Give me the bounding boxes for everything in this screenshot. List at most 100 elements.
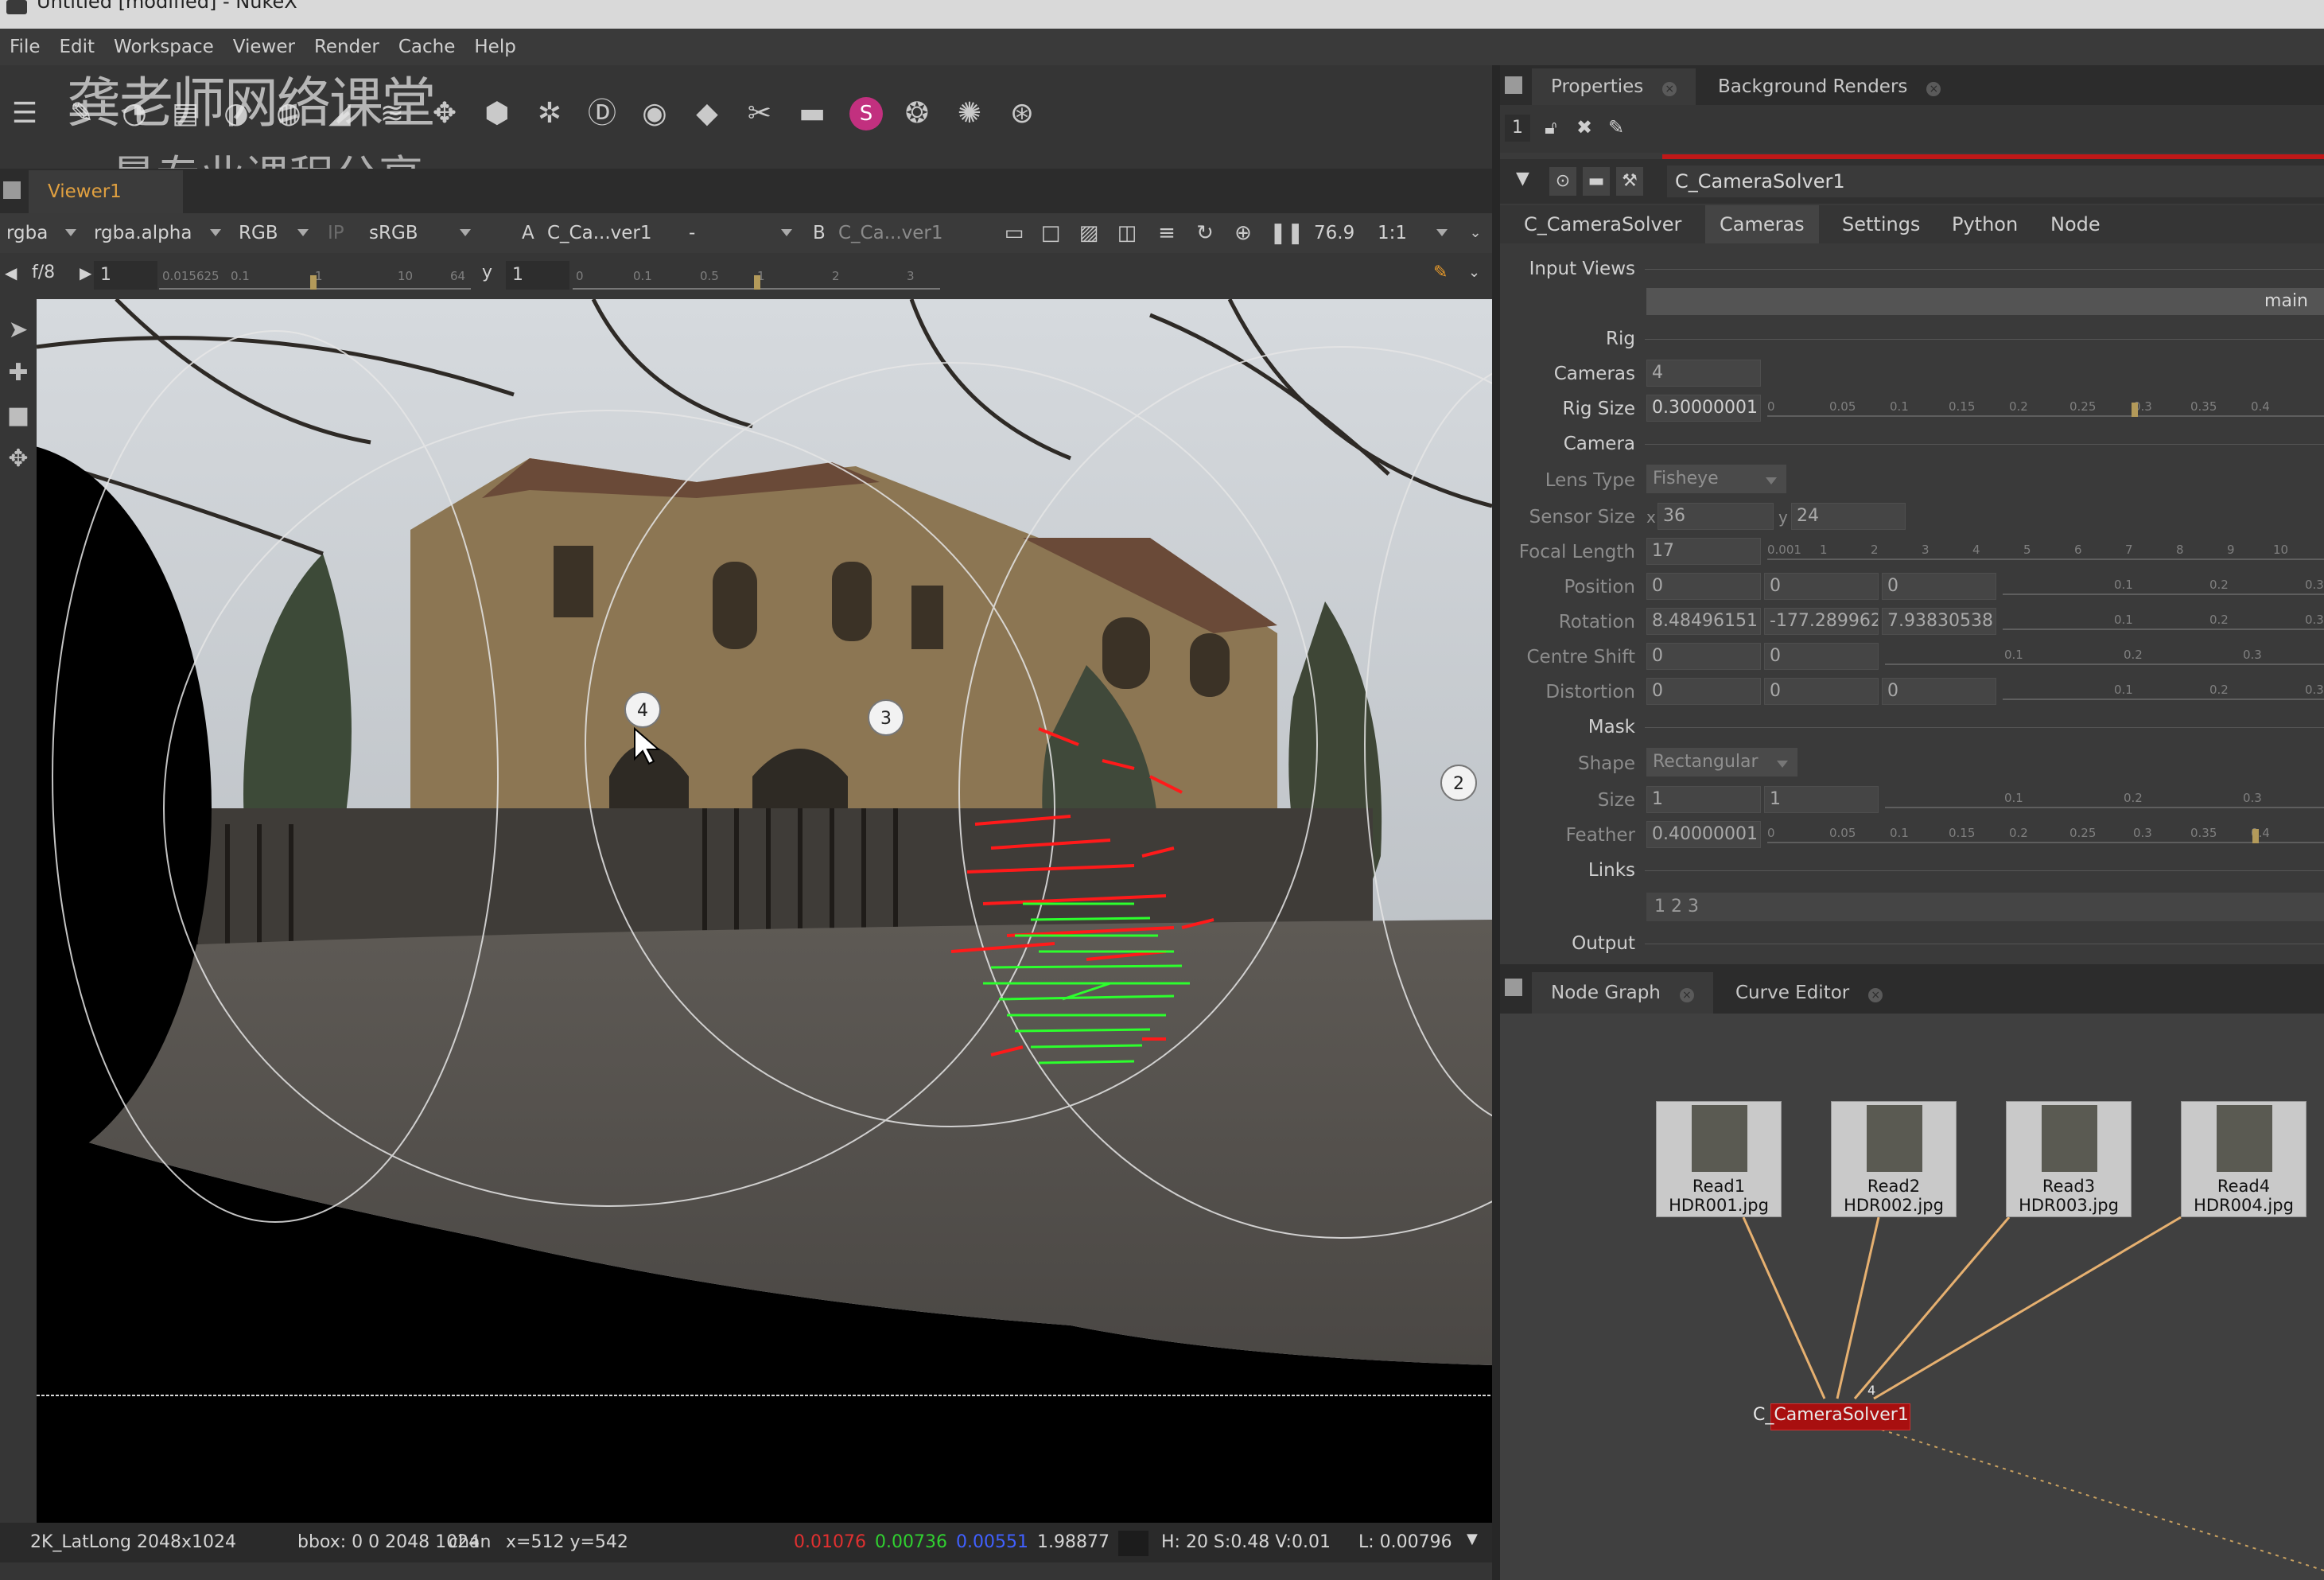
tab-cameras[interactable]: Cameras (1705, 205, 1819, 243)
read-node-4[interactable]: Read4 HDR004.jpg (2181, 1101, 2307, 1217)
tab-node-graph[interactable]: Node Graph × (1532, 972, 1713, 1014)
focal-length-slider[interactable]: 0.001 1 2 3 4 5 6 7 8 9 10 (1767, 538, 2324, 560)
3d-tool-icon[interactable]: ⬢ (479, 95, 515, 132)
size-h-field[interactable]: 1 (1764, 786, 1879, 813)
ratio-dropdown[interactable]: 1:1 (1378, 220, 1407, 247)
centre-shift-x-field[interactable]: 0 (1646, 643, 1761, 670)
tab-python[interactable]: Python (1937, 205, 2032, 243)
select-arrow-icon[interactable]: ➤ (5, 317, 32, 344)
pause-icon[interactable]: ❚❚ (1269, 221, 1304, 245)
wrench-icon[interactable]: ⚒ (1616, 167, 1643, 196)
tab-node[interactable]: Node (2036, 205, 2115, 243)
gain-slider[interactable]: 0.015625 0.1 1 10 64 (159, 264, 471, 290)
tab-settings[interactable]: Settings (1828, 205, 1934, 243)
centre-shift-y-field[interactable]: 0 (1764, 643, 1879, 670)
read-node-1[interactable]: Read1 HDR001.jpg (1656, 1101, 1782, 1217)
input-a-dropdown[interactable]: C_Ca...ver1 (547, 220, 652, 247)
rig-size-field[interactable]: 0.30000001 (1646, 395, 1761, 422)
slider-knob[interactable] (2252, 829, 2259, 843)
refresh-icon[interactable]: ↻ (1193, 221, 1217, 245)
add-feature-icon[interactable]: ✚ (5, 360, 32, 387)
chevron-down-icon[interactable]: ▼ (1467, 1520, 1478, 1559)
furnace-tool-icon[interactable]: ❂ (899, 95, 935, 132)
other-tool-icon[interactable]: ▬ (794, 95, 830, 132)
close-icon[interactable]: × (1662, 82, 1677, 96)
next-stop-icon[interactable]: ▶ (80, 259, 91, 286)
view-marker-4[interactable]: 4 (624, 691, 661, 728)
tab-curve-editor[interactable]: Curve Editor × (1716, 972, 1902, 1014)
zebra-icon[interactable]: ▨ (1077, 221, 1101, 245)
overlay-icon[interactable]: ≡ (1155, 221, 1179, 245)
clear-panels-icon[interactable]: ✖ (1576, 116, 1592, 138)
particles-tool-icon[interactable]: ✲ (531, 95, 568, 132)
feather-slider[interactable]: 0 0.05 0.1 0.15 0.2 0.25 0.3 0.35 0.4 (1767, 821, 2324, 843)
distortion-slider[interactable]: 0.1 0.2 0.3 (2003, 678, 2324, 700)
views-tool-icon[interactable]: ◉ (636, 95, 673, 132)
close-icon[interactable]: × (1926, 82, 1941, 96)
node-color-icon[interactable]: ▬ (1583, 167, 1610, 196)
menu-file[interactable]: File (0, 29, 50, 65)
pane-menu-icon[interactable] (1505, 979, 1522, 996)
rotation-z-field[interactable]: 7.93830538 (1882, 608, 1996, 635)
proxy-icon[interactable]: ⊕ (1231, 221, 1255, 245)
focal-length-field[interactable]: 17 (1646, 538, 1761, 565)
ocula-tool-icon[interactable]: ✺ (951, 95, 988, 132)
collapse-triangle-icon[interactable]: ▼ (1516, 169, 1529, 189)
expand-icon[interactable]: ⌄ (1468, 259, 1480, 286)
lock-icon[interactable]: 🔓︎ (1545, 116, 1557, 138)
paint-brush-icon[interactable]: ✎ (1433, 259, 1448, 286)
max-panels-field[interactable]: 1 (1505, 115, 1530, 142)
size-w-field[interactable]: 1 (1646, 786, 1761, 813)
gamma-field[interactable]: 1 (506, 261, 569, 290)
composite-dropdown[interactable]: - (689, 220, 695, 247)
prev-stop-icon[interactable]: ◀ (5, 259, 17, 286)
input-views-selector[interactable]: main (1646, 288, 2324, 315)
distortion-3-field[interactable]: 0 (1882, 678, 1996, 705)
viewer-image[interactable]: 4 3 2 (37, 299, 1492, 1523)
metadata-tool-icon[interactable]: ◆ (689, 95, 725, 132)
shape-dropdown[interactable]: Rectangular (1646, 748, 1797, 776)
cameras-field[interactable]: 4 (1646, 360, 1761, 387)
move-tool-icon[interactable]: ✥ (5, 446, 32, 473)
ip-button[interactable]: IP (328, 220, 344, 247)
position-slider[interactable]: 0.1 0.2 0.3 (2003, 573, 2324, 595)
pane-menu-icon[interactable] (1505, 76, 1522, 94)
position-z-field[interactable]: 0 (1882, 573, 1996, 600)
gamma-slider[interactable]: 0 0.1 0.5 1 2 3 (573, 264, 940, 290)
plugins-tool-icon[interactable]: ⊛ (1004, 95, 1040, 132)
center-node-icon[interactable]: ⊙ (1549, 167, 1576, 196)
read-node-3[interactable]: Read3 HDR003.jpg (2006, 1101, 2132, 1217)
edit-pencil-icon[interactable]: ✎ (1608, 116, 1624, 138)
display-dropdown[interactable]: RGB (239, 220, 278, 247)
links-field[interactable]: 1 2 3 (1646, 893, 2324, 921)
input-b-dropdown[interactable]: C_Ca...ver1 (838, 220, 943, 247)
viewer-canvas[interactable]: 4 3 2 (37, 299, 1492, 1523)
size-slider[interactable]: 0.1 0.2 0.3 (1885, 786, 2324, 808)
pane-menu-icon[interactable] (3, 181, 21, 199)
toolbar-toggle-icon[interactable]: ☰ (6, 95, 43, 132)
gain-slider-knob[interactable] (310, 275, 317, 290)
rotation-y-field[interactable]: -177.289962 (1764, 608, 1879, 635)
tab-viewer1[interactable]: Viewer1 (29, 170, 183, 213)
zoom-value[interactable]: 76.9 (1314, 220, 1354, 247)
node-name-field[interactable]: C_CameraSolver1 (1667, 165, 2324, 197)
gamma-slider-knob[interactable] (754, 275, 760, 290)
wipe-icon[interactable]: ◫ (1115, 221, 1139, 245)
toolsets-tool-icon[interactable]: ✂ (741, 95, 778, 132)
camera-tool-icon[interactable]: ■ (5, 403, 32, 430)
centre-shift-slider[interactable]: 0.1 0.2 0.3 (1885, 643, 2324, 665)
position-y-field[interactable]: 0 (1764, 573, 1879, 600)
view-marker-3[interactable]: 3 (868, 699, 904, 736)
frame-icon[interactable]: □ (1039, 221, 1063, 245)
gain-field[interactable]: 1 (94, 261, 157, 290)
rotation-slider[interactable]: 0.1 0.2 0.3 (2003, 608, 2324, 630)
rig-size-slider[interactable]: 0 0.05 0.1 0.15 0.2 0.25 0.3 0.35 0.4 (1767, 395, 2324, 417)
sensor-size-x-field[interactable]: 36 (1658, 503, 1774, 530)
feather-field[interactable]: 0.40000001 (1646, 821, 1761, 848)
close-icon[interactable]: × (1868, 988, 1883, 1002)
position-x-field[interactable]: 0 (1646, 573, 1761, 600)
tab-c-camerasolver[interactable]: C_CameraSolver (1510, 205, 1696, 243)
alpha-dropdown[interactable]: rgba.alpha (94, 220, 192, 247)
channels-dropdown[interactable]: rgba (6, 220, 48, 247)
deep-tool-icon[interactable]: Ⓓ (584, 95, 620, 132)
